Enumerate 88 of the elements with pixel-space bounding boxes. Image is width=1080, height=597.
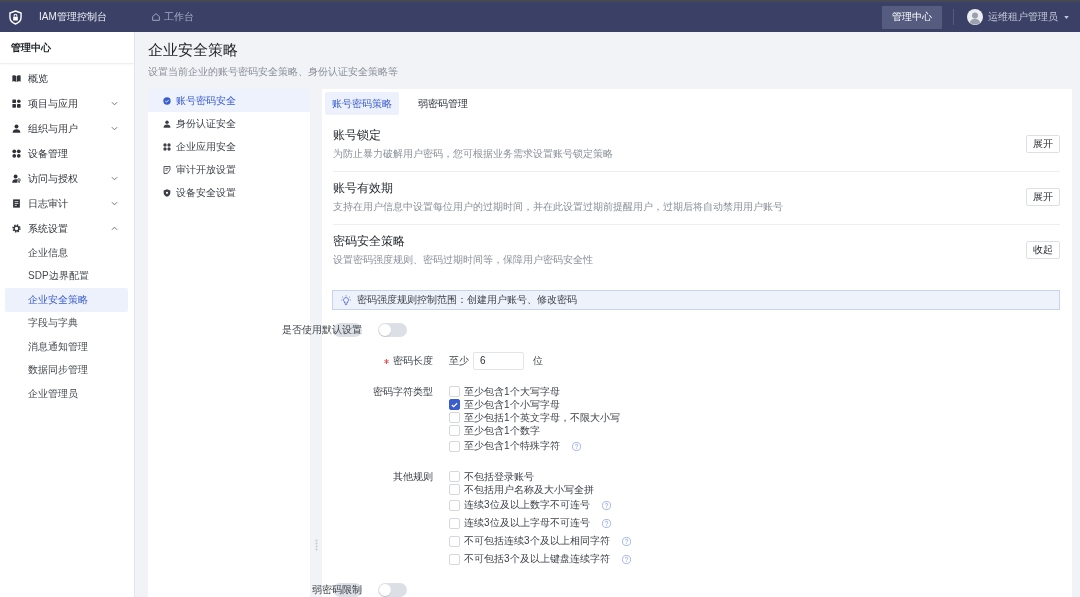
section-nav-item[interactable]: 设备安全设置 — [148, 181, 310, 204]
checkbox-label[interactable]: 至少包含1个特殊字符 — [464, 439, 560, 453]
chevron-down-icon[interactable] — [111, 101, 118, 106]
document-icon — [163, 165, 171, 174]
book-icon — [12, 74, 21, 83]
page-subtitle: 设置当前企业的账号密码安全策略、身份认证安全策略等 — [148, 65, 399, 78]
section-description: 为防止暴力破解用户密码，您可根据业务需求设置账号锁定策略 — [333, 147, 614, 160]
drag-handle-icon[interactable] — [314, 539, 318, 551]
page-title: 企业安全策略 — [148, 41, 239, 59]
sidebar-subitem[interactable]: 消息通知管理 — [5, 335, 128, 359]
help-icon[interactable] — [601, 518, 611, 528]
product-name: IAM管理控制台 — [39, 10, 107, 24]
check-circle-icon — [163, 96, 171, 105]
section-toggle-button[interactable]: 展开 — [1026, 134, 1060, 153]
checkbox-label[interactable]: 不可包括3个及以上键盘连续字符 — [464, 552, 610, 566]
lightbulb-icon — [341, 294, 351, 306]
chevron-down-icon[interactable] — [111, 126, 118, 131]
sidebar-item[interactable]: 设备管理 — [0, 141, 134, 166]
help-icon[interactable] — [621, 536, 631, 546]
settings-icon — [12, 224, 21, 233]
section-nav-item[interactable]: 账号密码安全 — [148, 89, 310, 112]
length-input-field[interactable]: 6 — [473, 352, 524, 370]
toggle-switch[interactable] — [378, 583, 407, 597]
help-icon[interactable] — [601, 500, 611, 510]
sidebar-subitem[interactable]: SDP边界配置 — [5, 264, 128, 288]
input-suffix: 位 — [533, 354, 543, 368]
field-label: 密码字符类型 — [373, 384, 433, 399]
user-name[interactable]: 运维租户管理员 — [988, 10, 1058, 24]
shield-lock-icon — [9, 9, 22, 25]
sidebar-subitem[interactable]: 数据同步管理 — [5, 358, 128, 382]
user-icon — [12, 124, 21, 133]
chevron-up-icon[interactable] — [111, 226, 118, 231]
chevron-down-icon[interactable] — [111, 176, 118, 181]
sidebar-title: 管理中心 — [0, 32, 134, 64]
checkbox[interactable] — [449, 399, 460, 410]
checkbox-label[interactable]: 不可包括连续3个及以上相同字符 — [464, 534, 610, 548]
grid-icon — [12, 99, 21, 108]
home-icon — [152, 13, 160, 21]
checkbox-label[interactable]: 不包括用户名称及大小写全拼 — [464, 482, 594, 497]
sidebar-subitem[interactable]: 企业管理员 — [5, 382, 128, 406]
checkbox-label[interactable]: 不包括登录账号 — [464, 469, 534, 484]
user-icon — [163, 119, 171, 128]
section-nav-item[interactable]: 审计开放设置 — [148, 158, 310, 181]
section-nav-item[interactable]: 企业应用安全 — [148, 135, 310, 158]
admin-center-button[interactable]: 管理中心 — [882, 5, 942, 29]
section-description: 支持在用户信息中设置每位用户的过期时间，并在此设置过期前提醒用户，过期后将自动禁用用户账号 — [333, 200, 784, 213]
user-key-icon — [12, 174, 21, 183]
checkbox-label[interactable]: 至少包含1个大写字母 — [464, 384, 560, 399]
checkbox-label[interactable]: 连续3位及以上字母不可连号 — [464, 516, 590, 530]
notice-text: 密码强度规则控制范围：创建用户账号、修改密码 — [357, 293, 577, 307]
checkbox-label[interactable]: 至少包括1个英文字母，不限大小写 — [464, 410, 620, 425]
toggle-switch[interactable] — [378, 323, 407, 337]
shield-icon — [163, 188, 171, 197]
four-dots-icon — [12, 149, 21, 158]
section-toggle-button[interactable]: 展开 — [1026, 187, 1060, 206]
checkbox-label[interactable]: 连续3位及以上数字不可连号 — [464, 498, 590, 512]
caret-down-icon[interactable] — [1064, 15, 1069, 19]
four-dots-icon — [163, 142, 171, 151]
section-title: 密码安全策略 — [333, 233, 406, 249]
sidebar-item[interactable]: 系统设置 — [0, 216, 134, 241]
field-label: 弱密码限制 — [312, 583, 362, 597]
document-icon — [12, 199, 21, 208]
section-nav-item[interactable]: 身份认证安全 — [148, 112, 310, 135]
sidebar-subitem[interactable]: 企业安全策略 — [5, 288, 128, 312]
tab[interactable]: 账号密码策略 — [325, 92, 399, 115]
help-icon[interactable] — [621, 554, 631, 564]
sidebar-item[interactable]: 日志审计 — [0, 191, 134, 216]
chevron-down-icon[interactable] — [111, 201, 118, 206]
checkbox-label[interactable]: 至少包含1个小写字母 — [464, 397, 560, 412]
avatar-icon[interactable] — [967, 9, 983, 25]
field-label: 其他规则 — [393, 469, 433, 484]
field-label: 是否使用默认设置 — [282, 323, 362, 337]
sidebar-item[interactable]: 组织与用户 — [0, 116, 134, 141]
input-prefix: 至少 — [449, 354, 469, 368]
sidebar-subitem[interactable]: 企业信息 — [5, 241, 128, 265]
sidebar-subitem[interactable]: 字段与字典 — [5, 311, 128, 335]
field-label: 密码长度 — [393, 354, 433, 368]
tab[interactable]: 弱密码管理 — [411, 92, 475, 115]
section-description: 设置密码强度规则、密码过期时间等，保障用户密码安全性 — [333, 253, 594, 266]
section-title: 账号有效期 — [333, 180, 394, 196]
workbench-link[interactable]: 工作台 — [152, 10, 194, 24]
checkbox-label[interactable]: 至少包含1个数字 — [464, 423, 540, 438]
help-icon[interactable] — [571, 441, 581, 451]
sidebar-item[interactable]: 概览 — [0, 66, 134, 91]
sidebar-item[interactable]: 项目与应用 — [0, 91, 134, 116]
section-title: 账号锁定 — [333, 127, 382, 143]
sidebar-item[interactable]: 访问与授权 — [0, 166, 134, 191]
section-toggle-button[interactable]: 收起 — [1026, 240, 1060, 259]
